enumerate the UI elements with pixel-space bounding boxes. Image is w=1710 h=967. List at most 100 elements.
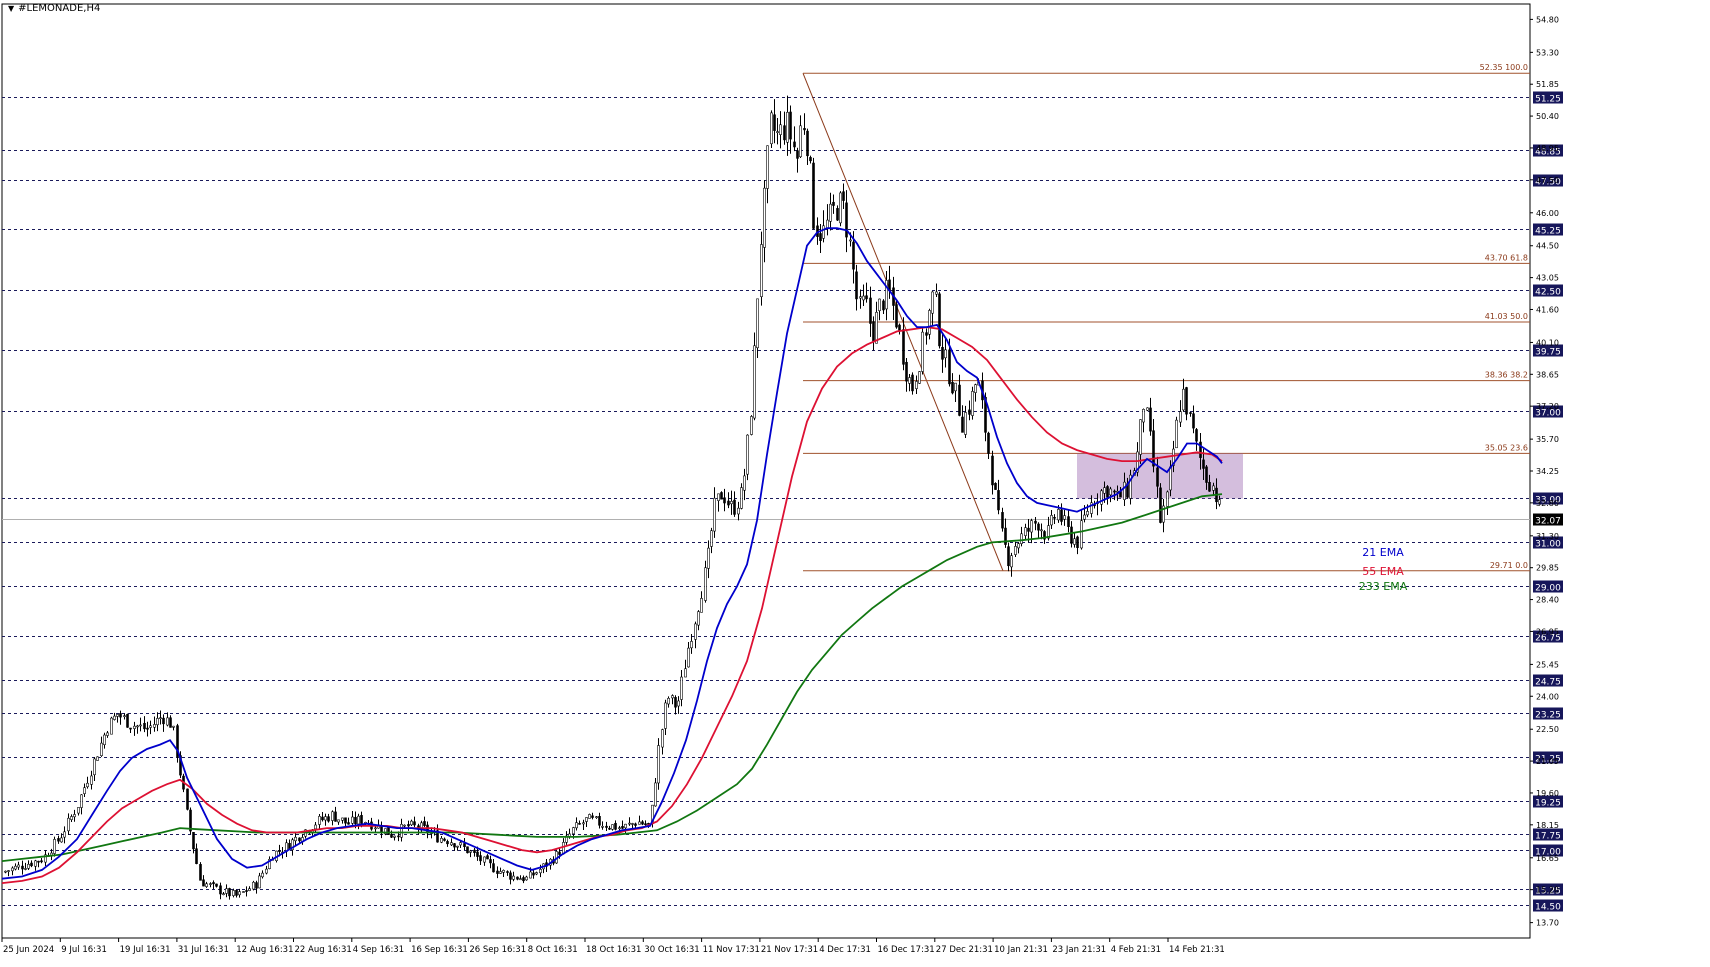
candle-body [974, 384, 977, 393]
candle-body [796, 150, 799, 159]
candle-body [852, 241, 855, 270]
x-tick-label: 26 Sep 16:31 [469, 945, 526, 955]
candle-body [935, 291, 938, 295]
candle-body [760, 244, 763, 297]
candle-body [964, 412, 967, 435]
candle-body [723, 497, 726, 504]
ema233-line [1, 493, 1223, 862]
x-tick-label: 25 Jun 2024 [3, 945, 54, 955]
candle-body [875, 311, 878, 344]
candle-body [466, 846, 469, 854]
candle-body [898, 324, 901, 331]
x-tick-label: 12 Aug 16:31 [236, 945, 293, 955]
candle-body [463, 843, 466, 848]
candle-body [337, 819, 340, 823]
level-price-label: 39.75 [1535, 348, 1561, 358]
level-price-label: 31.00 [1535, 540, 1561, 550]
level-price-label: 19.25 [1535, 799, 1561, 809]
candle-body [915, 381, 918, 389]
candle-body [806, 130, 809, 157]
fib-level-label: 43.70 61.8 [1485, 253, 1528, 262]
y-tick-label: 31.30 [1536, 532, 1559, 541]
candle-body [1014, 546, 1017, 555]
x-tick-label: 4 Feb 21:31 [1111, 945, 1161, 955]
candle-body [143, 722, 146, 730]
x-tick-label: 23 Jan 21:31 [1052, 945, 1106, 955]
candle-body [136, 725, 139, 728]
y-tick-label: 35.70 [1536, 435, 1559, 444]
y-tick-label: 50.40 [1536, 112, 1559, 121]
chart-area[interactable]: 52.35 100.0 43.70 61.8 41.03 50.0 38.36 38.… [0, 0, 1710, 963]
candle-body [614, 822, 617, 830]
candle-body [707, 547, 710, 569]
candle-body [902, 329, 905, 365]
ema55-line [1, 326, 1223, 884]
candle-body [938, 293, 941, 347]
candle-body [14, 865, 17, 870]
candle-body [661, 729, 664, 748]
candle-body [34, 860, 37, 867]
candle-body [209, 883, 212, 885]
candle-body [812, 162, 815, 229]
candle-body [116, 714, 119, 717]
candle-body [895, 304, 898, 328]
candle-body [357, 815, 360, 825]
candle-body [222, 893, 225, 896]
candle-body [318, 816, 321, 825]
candle-body [677, 700, 680, 707]
chart-title: ▼ #LEMONADE,H4 [8, 3, 100, 14]
candle-body [1060, 509, 1063, 522]
candle-body [1086, 511, 1089, 516]
x-tick-label: 14 Feb 21:31 [1169, 945, 1225, 955]
candle-body [67, 817, 70, 832]
candle-body [621, 826, 624, 829]
candle-body [492, 863, 495, 873]
candle-body [407, 824, 410, 827]
candle-body [410, 820, 413, 826]
candle-body [779, 124, 782, 135]
candle-body [776, 131, 779, 133]
y-tick-label: 48.95 [1536, 144, 1559, 153]
candle-body [832, 201, 835, 206]
candle-body [601, 826, 604, 828]
candle-body [344, 817, 347, 824]
candle-body [674, 697, 677, 708]
candle-body [644, 823, 647, 825]
candle-body [809, 157, 812, 162]
level-price-label: 29.00 [1535, 584, 1561, 594]
candle-body [506, 871, 509, 873]
candle-body [1076, 536, 1079, 548]
candle-body [690, 641, 693, 649]
candle-body [321, 816, 324, 821]
candle-body [516, 876, 519, 880]
candle-body [476, 851, 479, 857]
x-tick-label: 19 Jul 16:31 [120, 945, 171, 955]
candle-body [720, 492, 723, 500]
candle-body [133, 725, 136, 729]
y-tick-label: 37.20 [1536, 402, 1559, 411]
candle-body [57, 838, 60, 842]
candle-body [697, 611, 700, 626]
y-tick-label: 34.25 [1536, 467, 1559, 476]
candle-body [948, 349, 951, 385]
price-chart[interactable]: 52.35 100.0 43.70 61.8 41.03 50.0 38.36 38.… [0, 0, 1710, 963]
candle-body [1159, 487, 1162, 523]
x-tick-label: 4 Dec 17:31 [819, 945, 871, 955]
candle-body [618, 827, 621, 829]
candle-body [17, 864, 20, 868]
candle-body [1152, 430, 1155, 467]
candle-body [628, 822, 631, 825]
candle-body [80, 794, 83, 808]
level-price-label: 51.25 [1535, 95, 1561, 105]
candle-body [456, 845, 459, 848]
level-price-label: 14.50 [1535, 903, 1561, 913]
candle-body [585, 817, 588, 822]
candle-body [86, 782, 89, 788]
candle-body [103, 734, 106, 746]
candle-body [756, 298, 759, 349]
candle-body [186, 788, 189, 810]
candle-body [248, 888, 251, 891]
candle-body [657, 745, 660, 784]
candle-body [149, 725, 152, 728]
dropdown-triangle-icon[interactable]: ▼ [8, 4, 14, 13]
